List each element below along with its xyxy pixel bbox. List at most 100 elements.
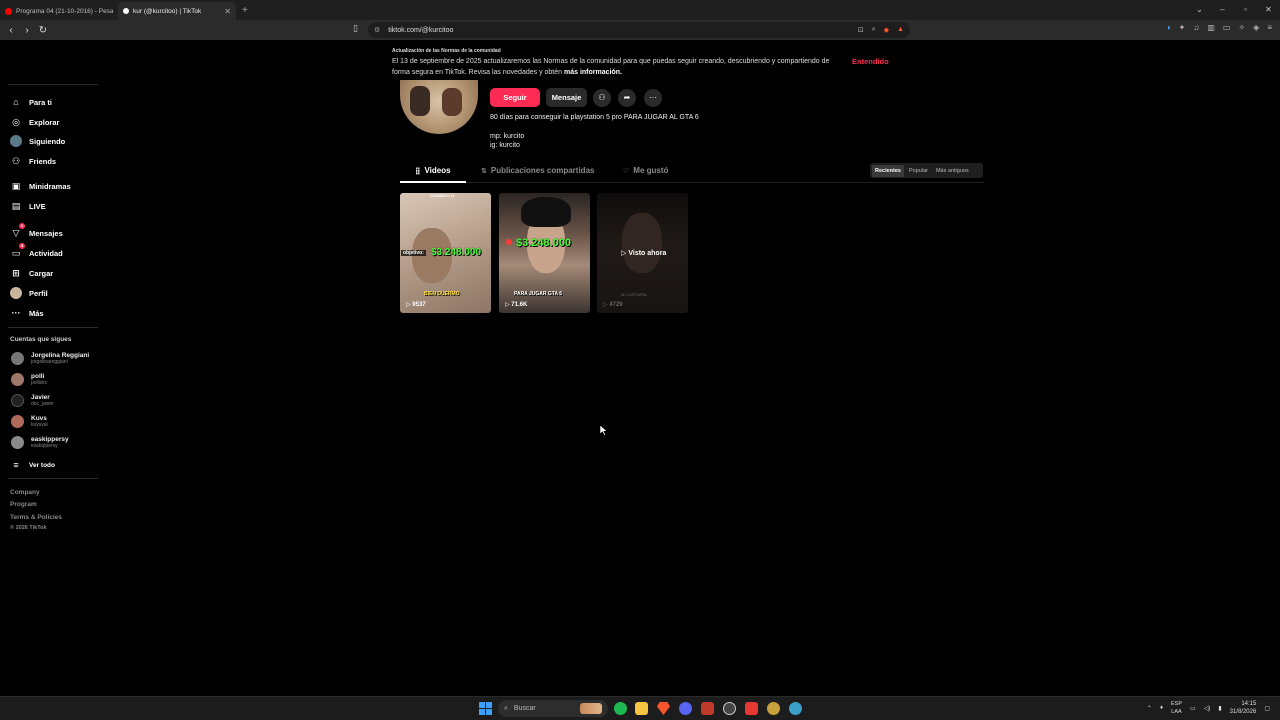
restore-icon[interactable]: ▫ [1234,0,1257,20]
menu-icon[interactable]: ≡ [1267,23,1272,32]
following-account[interactable]: polli pollidrs [11,373,47,386]
sidebar-item-minidramas[interactable]: ▣ Minidramas [10,180,71,192]
search-placeholder: Buscar [513,705,536,712]
sidebar-item-label: Minidramas [29,181,71,191]
tabs-divider [400,182,984,183]
sidebar-item-mas[interactable]: ··· Más [10,307,44,319]
footer-link-program[interactable]: Program [10,501,37,508]
notifications-icon[interactable]: ▢ [1264,705,1270,712]
sidebar-item-perfil[interactable]: Perfil [10,287,48,299]
browser-toolbar: ‹ › ↻ ▯ ⚙ tiktok.com/@kurcitoo ⊡ ⌕ ◆ ▲ ◑… [0,20,1280,40]
recorder-icon[interactable] [745,702,758,715]
following-account[interactable]: easkippersy easkippersy [11,436,69,449]
video-thumbnail[interactable]: ▷ Visto ahora MI GUSTARÍA ▷ 4729 [597,193,688,313]
language-indicator[interactable]: ESP LAA [1171,700,1182,716]
spotify-icon[interactable] [614,702,627,715]
footer-link-company[interactable]: Company [10,489,40,496]
battery-icon[interactable]: ▮ [1218,705,1221,712]
forward-icon[interactable]: › [22,25,32,36]
sidebar-item-friends[interactable]: ⚇ Friends [10,155,56,167]
discord-icon[interactable] [679,702,692,715]
following-account[interactable]: Kuvs kuvsval [11,415,48,428]
message-button[interactable]: Mensaje [546,88,587,107]
zoom-icon[interactable]: ⌕ [872,26,876,34]
sidebar-item-siguiendo[interactable]: Siguiendo [10,135,65,147]
share-icon[interactable]: ➦ [618,89,636,107]
translate-icon[interactable]: ⊡ [858,26,864,34]
app-icon[interactable] [701,702,714,715]
new-tab-button[interactable]: + [236,5,254,16]
music-icon[interactable]: ♫ [1193,23,1199,32]
sidebar-item-label: Friends [29,156,57,166]
obs-icon[interactable] [723,702,736,715]
home-icon: ⌂ [13,97,19,107]
sidebar-toggle-icon[interactable]: ▥ [1207,23,1215,32]
leo-icon[interactable]: ✧ [1238,23,1245,32]
tab-reposts[interactable]: ⇅ Publicaciones compartidas [481,166,594,175]
sort-recent-button[interactable]: Recientes [872,164,904,177]
account-username: kuvsval [31,422,48,428]
browser-tab-tiktok[interactable]: kur (@kurcitoo) | TikTok ✕ [118,2,236,20]
add-friend-icon[interactable]: ⚇ [593,89,611,107]
brave-browser-icon[interactable] [657,702,670,715]
footer-link-terms[interactable]: Terms & Policies [10,514,62,521]
system-clock[interactable]: 14:15 31/8/2026 [1230,700,1257,716]
back-icon[interactable]: ‹ [6,25,16,36]
address-bar[interactable]: ⚙ tiktok.com/@kurcitoo ⊡ ⌕ ◆ ▲ [368,22,910,38]
wallet-icon[interactable]: ▭ [1223,23,1231,32]
browser-tab-youtube[interactable]: Programa 04 (21-10-2016) - Pesadill [0,2,118,20]
brave-shields-icon[interactable]: ◆ [884,26,889,34]
more-icon: ··· [11,308,21,318]
sidebar-item-mensajes[interactable]: ▽ 1 Mensajes [10,223,63,239]
windows-start-icon[interactable] [479,702,492,715]
see-all-link[interactable]: ≡ Ver todo [10,459,55,471]
tab-label: Videos [424,166,451,175]
follow-button[interactable]: Seguir [490,88,540,107]
tab-list-icon[interactable]: ⌄ [1188,0,1211,20]
taskbar-search[interactable]: ⌕ Buscar [498,700,608,717]
bookmark-icon[interactable]: ▯ [353,23,358,34]
avatar [11,415,24,428]
minimize-icon[interactable]: – [1211,0,1234,20]
league-icon[interactable] [767,702,780,715]
file-explorer-icon[interactable] [635,702,648,715]
sidebar-item-para-ti[interactable]: ⌂ Para ti [10,96,52,108]
video-views: ▷ 9537 [406,302,426,308]
sidebar-item-cargar[interactable]: ⊞ Cargar [10,267,53,279]
following-account[interactable]: Javier doc_javier [11,394,54,407]
brave-rewards-icon[interactable]: ▲ [897,26,904,34]
avatar [11,436,24,449]
browser-tab-bar: Programa 04 (21-10-2016) - Pesadill kur … [0,0,1280,20]
video-money-text: $3.248.000 [516,237,572,249]
chevron-up-icon[interactable]: ⌃ [1147,705,1152,712]
vpn-icon[interactable]: ◈ [1253,23,1259,32]
tab-videos[interactable]: ⣿ Videos [415,166,451,175]
network-icon[interactable]: ▭ [1190,705,1196,712]
close-tab-icon[interactable]: ✕ [224,7,231,16]
sidebar-item-actividad[interactable]: ▭ 4 Actividad [10,243,63,259]
close-window-icon[interactable]: ✕ [1257,0,1280,20]
dismiss-notice-button[interactable]: Entendido [852,57,889,66]
video-thumbnail[interactable]: CUANDO LO objetivo: $3.248.000 BIEN DUER… [400,193,491,313]
volume-icon[interactable]: ◁) [1204,705,1211,712]
sidebar-item-live[interactable]: ▤ LIVE [10,200,46,212]
sort-oldest-button[interactable]: Más antiguos [933,165,972,177]
reload-icon[interactable]: ↻ [38,25,48,36]
sidebar-item-explorar[interactable]: ◎ Explorar [10,116,59,128]
account-name: Jorgelina Reggiani [31,352,90,359]
more-info-link[interactable]: más información. [564,69,622,76]
video-top-caption: CUANDO LO [430,193,455,198]
more-options-icon[interactable]: ··· [644,89,662,107]
microphone-icon[interactable]: ♦ [1160,705,1163,711]
extension-icon[interactable]: ◑ [1166,23,1171,32]
puzzle-icon[interactable]: ✦ [1179,23,1186,32]
sort-popular-button[interactable]: Popular [906,165,931,177]
video-thumbnail[interactable]: $3.248.000 PARA JUGAR GTA 6 ▷ 71.6K [499,193,590,313]
site-info-icon[interactable]: ⚙ [374,26,380,34]
upload-icon: ⊞ [12,267,20,278]
tab-liked[interactable]: ♡ Me gustó [623,166,668,175]
profile-avatar-icon [10,287,22,299]
sidebar-item-label: LIVE [29,201,46,211]
following-account[interactable]: Jorgelina Reggiani jorgelinareggiani [11,352,89,365]
browser-globe-icon[interactable] [789,702,802,715]
